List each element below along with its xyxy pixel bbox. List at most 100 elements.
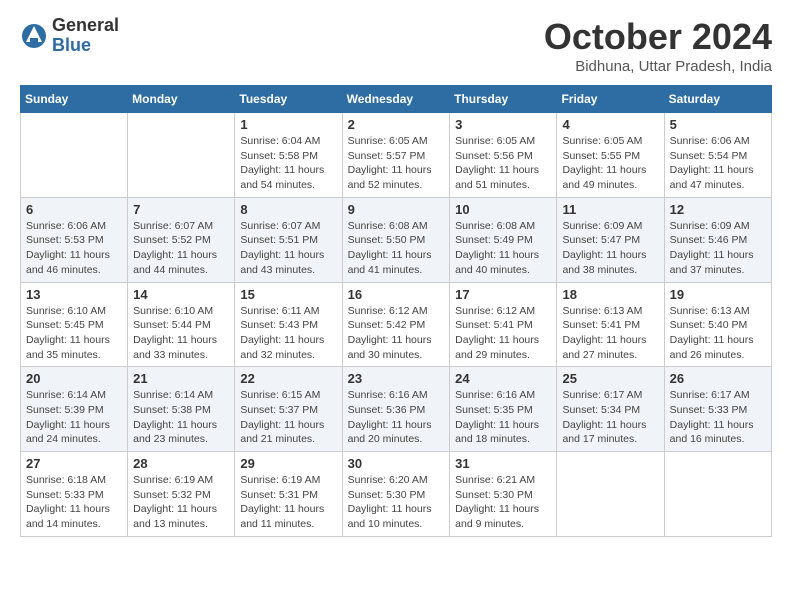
col-sunday: Sunday — [21, 86, 128, 113]
calendar-cell: 9 Sunrise: 6:08 AM Sunset: 5:50 PM Daylig… — [342, 197, 450, 282]
calendar-cell: 12 Sunrise: 6:09 AM Sunset: 5:46 PM Dayli… — [664, 197, 771, 282]
title-area: October 2024 Bidhuna, Uttar Pradesh, Ind… — [544, 16, 772, 75]
day-info: Sunrise: 6:16 AM Sunset: 5:36 PM Dayligh… — [348, 388, 445, 447]
calendar-cell: 3 Sunrise: 6:05 AM Sunset: 5:56 PM Daylig… — [450, 113, 557, 198]
day-info: Sunrise: 6:18 AM Sunset: 5:33 PM Dayligh… — [26, 473, 122, 532]
calendar-cell: 29Sunrise: 6:19 AM Sunset: 5:31 PM Dayli… — [235, 452, 342, 537]
calendar-cell: 14 Sunrise: 6:10 AM Sunset: 5:44 PM Dayli… — [128, 282, 235, 367]
day-number: 13 — [26, 287, 122, 302]
day-info: Sunrise: 6:09 AM Sunset: 5:47 PM Dayligh… — [562, 219, 658, 278]
calendar-cell: 15 Sunrise: 6:11 AM Sunset: 5:43 PM Dayli… — [235, 282, 342, 367]
day-info: Sunrise: 6:20 AM Sunset: 5:30 PM Dayligh… — [348, 473, 445, 532]
calendar-header-row: Sunday Monday Tuesday Wednesday Thursday… — [21, 86, 772, 113]
col-wednesday: Wednesday — [342, 86, 450, 113]
day-info: Sunrise: 6:08 AM Sunset: 5:49 PM Dayligh… — [455, 219, 551, 278]
location-subtitle: Bidhuna, Uttar Pradesh, India — [544, 58, 772, 75]
calendar-cell: 11 Sunrise: 6:09 AM Sunset: 5:47 PM Dayli… — [557, 197, 664, 282]
calendar-cell: 4Sunrise: 6:05 AM Sunset: 5:55 PM Daylig… — [557, 113, 664, 198]
calendar-cell: 17 Sunrise: 6:12 AM Sunset: 5:41 PM Dayli… — [450, 282, 557, 367]
day-number: 25 — [562, 371, 658, 386]
day-number: 5 — [670, 117, 766, 132]
col-monday: Monday — [128, 86, 235, 113]
day-number: 23 — [348, 371, 445, 386]
day-info: Sunrise: 6:14 AM Sunset: 5:38 PM Dayligh… — [133, 388, 229, 447]
calendar-cell: 10Sunrise: 6:08 AM Sunset: 5:49 PM Dayli… — [450, 197, 557, 282]
day-number: 14 — [133, 287, 229, 302]
calendar-cell: 8Sunrise: 6:07 AM Sunset: 5:51 PM Daylig… — [235, 197, 342, 282]
day-number: 17 — [455, 287, 551, 302]
day-info: Sunrise: 6:13 AM Sunset: 5:41 PM Dayligh… — [562, 304, 658, 363]
day-info: Sunrise: 6:11 AM Sunset: 5:43 PM Dayligh… — [240, 304, 336, 363]
day-number: 1 — [240, 117, 336, 132]
day-number: 28 — [133, 456, 229, 471]
day-info: Sunrise: 6:07 AM Sunset: 5:52 PM Dayligh… — [133, 219, 229, 278]
calendar-cell: 19Sunrise: 6:13 AM Sunset: 5:40 PM Dayli… — [664, 282, 771, 367]
day-info: Sunrise: 6:09 AM Sunset: 5:46 PM Dayligh… — [670, 219, 766, 278]
day-info: Sunrise: 6:07 AM Sunset: 5:51 PM Dayligh… — [240, 219, 336, 278]
day-number: 9 — [348, 202, 445, 217]
day-number: 2 — [348, 117, 445, 132]
day-number: 7 — [133, 202, 229, 217]
calendar-cell: 1 Sunrise: 6:04 AM Sunset: 5:58 PM Daylig… — [235, 113, 342, 198]
calendar-cell: 28Sunrise: 6:19 AM Sunset: 5:32 PM Dayli… — [128, 452, 235, 537]
calendar-cell: 22Sunrise: 6:15 AM Sunset: 5:37 PM Dayli… — [235, 367, 342, 452]
day-number: 26 — [670, 371, 766, 386]
day-number: 27 — [26, 456, 122, 471]
day-number: 18 — [562, 287, 658, 302]
calendar-cell: 23 Sunrise: 6:16 AM Sunset: 5:36 PM Dayli… — [342, 367, 450, 452]
calendar-cell: 13 Sunrise: 6:10 AM Sunset: 5:45 PM Dayli… — [21, 282, 128, 367]
calendar-week-row: 1 Sunrise: 6:04 AM Sunset: 5:58 PM Daylig… — [21, 113, 772, 198]
calendar-cell: 7 Sunrise: 6:07 AM Sunset: 5:52 PM Daylig… — [128, 197, 235, 282]
logo-icon — [20, 22, 48, 50]
day-number: 4 — [562, 117, 658, 132]
calendar-week-row: 27 Sunrise: 6:18 AM Sunset: 5:33 PM Dayli… — [21, 452, 772, 537]
calendar-cell — [664, 452, 771, 537]
day-info: Sunrise: 6:06 AM Sunset: 5:53 PM Dayligh… — [26, 219, 122, 278]
calendar-cell: 27 Sunrise: 6:18 AM Sunset: 5:33 PM Dayli… — [21, 452, 128, 537]
col-tuesday: Tuesday — [235, 86, 342, 113]
day-info: Sunrise: 6:05 AM Sunset: 5:56 PM Dayligh… — [455, 134, 551, 193]
logo-general-text: General — [52, 16, 119, 36]
calendar-week-row: 20 Sunrise: 6:14 AM Sunset: 5:39 PM Dayli… — [21, 367, 772, 452]
month-title: October 2024 — [544, 16, 772, 58]
logo: General Blue — [20, 16, 119, 56]
calendar-week-row: 6 Sunrise: 6:06 AM Sunset: 5:53 PM Daylig… — [21, 197, 772, 282]
calendar-cell: 30 Sunrise: 6:20 AM Sunset: 5:30 PM Dayli… — [342, 452, 450, 537]
calendar-cell — [557, 452, 664, 537]
calendar-cell: 20 Sunrise: 6:14 AM Sunset: 5:39 PM Dayli… — [21, 367, 128, 452]
day-info: Sunrise: 6:17 AM Sunset: 5:34 PM Dayligh… — [562, 388, 658, 447]
day-number: 16 — [348, 287, 445, 302]
day-info: Sunrise: 6:14 AM Sunset: 5:39 PM Dayligh… — [26, 388, 122, 447]
day-number: 21 — [133, 371, 229, 386]
day-info: Sunrise: 6:06 AM Sunset: 5:54 PM Dayligh… — [670, 134, 766, 193]
day-info: Sunrise: 6:04 AM Sunset: 5:58 PM Dayligh… — [240, 134, 336, 193]
day-number: 19 — [670, 287, 766, 302]
calendar-cell: 2 Sunrise: 6:05 AM Sunset: 5:57 PM Daylig… — [342, 113, 450, 198]
calendar-cell: 16 Sunrise: 6:12 AM Sunset: 5:42 PM Dayli… — [342, 282, 450, 367]
day-number: 11 — [562, 202, 658, 217]
day-info: Sunrise: 6:08 AM Sunset: 5:50 PM Dayligh… — [348, 219, 445, 278]
day-number: 30 — [348, 456, 445, 471]
calendar-cell: 6 Sunrise: 6:06 AM Sunset: 5:53 PM Daylig… — [21, 197, 128, 282]
day-number: 12 — [670, 202, 766, 217]
calendar-week-row: 13 Sunrise: 6:10 AM Sunset: 5:45 PM Dayli… — [21, 282, 772, 367]
day-info: Sunrise: 6:10 AM Sunset: 5:45 PM Dayligh… — [26, 304, 122, 363]
calendar-cell — [21, 113, 128, 198]
day-number: 15 — [240, 287, 336, 302]
day-info: Sunrise: 6:12 AM Sunset: 5:42 PM Dayligh… — [348, 304, 445, 363]
calendar-cell: 21 Sunrise: 6:14 AM Sunset: 5:38 PM Dayli… — [128, 367, 235, 452]
calendar-cell: 5 Sunrise: 6:06 AM Sunset: 5:54 PM Daylig… — [664, 113, 771, 198]
calendar-cell: 18 Sunrise: 6:13 AM Sunset: 5:41 PM Dayli… — [557, 282, 664, 367]
day-info: Sunrise: 6:05 AM Sunset: 5:57 PM Dayligh… — [348, 134, 445, 193]
calendar-cell: 31Sunrise: 6:21 AM Sunset: 5:30 PM Dayli… — [450, 452, 557, 537]
day-number: 3 — [455, 117, 551, 132]
col-friday: Friday — [557, 86, 664, 113]
day-number: 20 — [26, 371, 122, 386]
calendar-cell: 26 Sunrise: 6:17 AM Sunset: 5:33 PM Dayli… — [664, 367, 771, 452]
day-number: 6 — [26, 202, 122, 217]
day-number: 29 — [240, 456, 336, 471]
day-info: Sunrise: 6:15 AM Sunset: 5:37 PM Dayligh… — [240, 388, 336, 447]
day-info: Sunrise: 6:12 AM Sunset: 5:41 PM Dayligh… — [455, 304, 551, 363]
day-info: Sunrise: 6:10 AM Sunset: 5:44 PM Dayligh… — [133, 304, 229, 363]
day-info: Sunrise: 6:17 AM Sunset: 5:33 PM Dayligh… — [670, 388, 766, 447]
